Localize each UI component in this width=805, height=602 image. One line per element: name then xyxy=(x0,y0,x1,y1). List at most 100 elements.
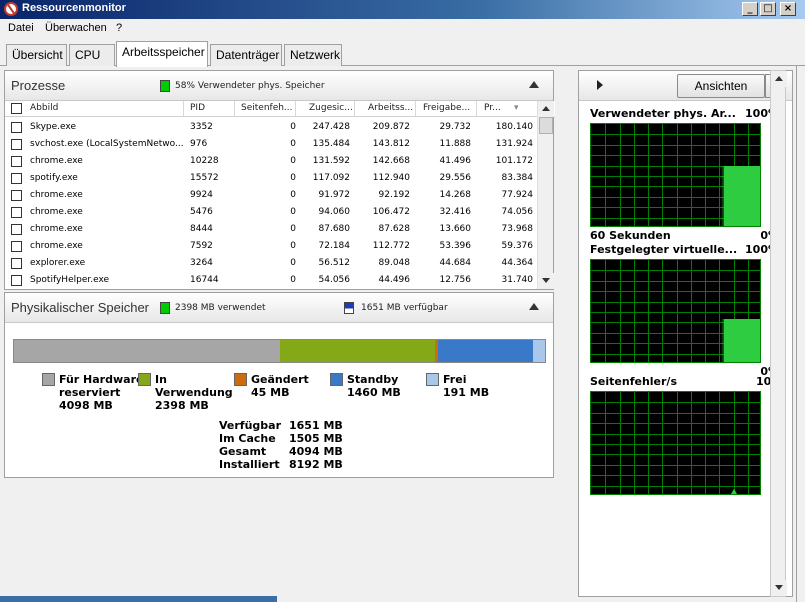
row-checkbox[interactable] xyxy=(11,207,22,218)
bar-segment-standby xyxy=(437,340,533,362)
summary-value: 1651 MB xyxy=(289,419,343,432)
graph-title: Festgelegter virtuelle... xyxy=(590,243,738,256)
table-cell: 44.496 xyxy=(378,275,411,285)
legend-value: 1460 MB xyxy=(347,386,401,399)
menu-help[interactable]: ? xyxy=(116,22,122,34)
graphs-panel: Ansichten Verwendeter phys. Ar...100%0%6… xyxy=(578,70,793,597)
table-cell: 247.428 xyxy=(312,122,350,132)
bar-segment-in-use xyxy=(279,340,436,362)
summary-label: Installiert xyxy=(219,458,280,471)
processes-table-header: Abbild PID Seitenfeh... Zugesic... Arbei… xyxy=(5,101,555,117)
menu-file[interactable]: Datei xyxy=(8,22,34,34)
table-cell: 0 xyxy=(290,156,296,166)
table-cell: 0 xyxy=(290,241,296,251)
tab-cpu[interactable]: CPU xyxy=(69,44,115,66)
table-cell: 29.556 xyxy=(439,173,472,183)
table-cell: chrome.exe xyxy=(30,207,83,217)
table-row[interactable]: svchost.exe (LocalSystemNetwo... 976 0 135.… xyxy=(5,136,538,153)
table-cell: 11.888 xyxy=(439,139,472,149)
legend-label1: Geändert xyxy=(251,373,309,386)
row-checkbox[interactable] xyxy=(11,156,22,167)
table-cell: 59.376 xyxy=(501,241,534,251)
row-checkbox[interactable] xyxy=(11,139,22,150)
graph-title: Seitenfehler/s xyxy=(590,375,678,388)
tab-disk[interactable]: Datenträger xyxy=(210,44,282,66)
collapse-processes-icon[interactable] xyxy=(529,81,539,88)
physical-memory-header[interactable]: Physikalischer Speicher 2398 MB verwende… xyxy=(5,293,553,323)
table-row[interactable]: Skype.exe 3352 0 247.428 209.872 29.732 180.14… xyxy=(5,119,538,136)
col-working-set[interactable]: Arbeitss... xyxy=(356,101,416,117)
select-all-checkbox[interactable] xyxy=(11,103,22,114)
tab-memory[interactable]: Arbeitsspeicher xyxy=(116,41,208,67)
table-cell: 89.048 xyxy=(378,258,411,268)
processes-header[interactable]: Prozesse 58% Verwendeter phys. Speicher xyxy=(5,71,553,101)
legend-value: 45 MB xyxy=(251,386,290,399)
minimize-button[interactable]: _ xyxy=(742,2,758,16)
graph-fill xyxy=(724,166,760,226)
graphs-scroll-up-button[interactable] xyxy=(771,71,787,87)
row-checkbox[interactable] xyxy=(11,224,22,235)
col-commit[interactable]: Zugesic... xyxy=(297,101,355,117)
table-cell: 0 xyxy=(290,122,296,132)
table-cell: 131.592 xyxy=(312,156,350,166)
col-page-faults[interactable]: Seitenfeh... xyxy=(236,101,296,117)
graphs-scroll-down-button[interactable] xyxy=(771,580,787,596)
table-row[interactable]: SpotifyHelper.exe 16744 0 54.056 44.496 12.75… xyxy=(5,272,538,289)
row-checkbox[interactable] xyxy=(11,275,22,286)
table-row[interactable]: chrome.exe 9924 0 91.972 92.192 14.268 77.924 xyxy=(5,187,538,204)
table-row[interactable]: spotify.exe 15572 0 117.092 112.940 29.556 83.… xyxy=(5,170,538,187)
table-cell: 15572 xyxy=(190,173,219,183)
row-checkbox[interactable] xyxy=(11,173,22,184)
collapse-physical-icon[interactable] xyxy=(529,303,539,310)
col-image[interactable]: Abbild xyxy=(5,101,184,117)
used-label: 2398 MB verwendet xyxy=(175,303,266,313)
col-private[interactable]: Pr... ▾ xyxy=(478,101,538,117)
row-checkbox[interactable] xyxy=(11,241,22,252)
row-checkbox[interactable] xyxy=(11,190,22,201)
table-row[interactable]: chrome.exe 7592 0 72.184 112.772 53.396 59.376 xyxy=(5,238,538,255)
row-checkbox[interactable] xyxy=(11,122,22,133)
table-row[interactable]: chrome.exe 5476 0 94.060 106.472 32.416 74.056 xyxy=(5,204,538,221)
table-cell: 13.660 xyxy=(439,224,472,234)
table-cell: svchost.exe (LocalSystemNetwo... xyxy=(30,139,184,149)
summary-label: Gesamt xyxy=(219,445,267,458)
close-button[interactable]: × xyxy=(780,2,796,16)
table-cell: 976 xyxy=(190,139,208,149)
table-cell: 74.056 xyxy=(501,207,534,217)
scroll-thumb[interactable] xyxy=(539,117,553,134)
legend-swatch xyxy=(426,373,439,386)
graph-fill xyxy=(724,319,760,362)
legend-swatch xyxy=(138,373,151,386)
table-cell: chrome.exe xyxy=(30,241,83,251)
table-cell: 10228 xyxy=(190,156,219,166)
row-checkbox[interactable] xyxy=(11,258,22,269)
table-row[interactable]: chrome.exe 8444 0 87.680 87.628 13.660 73.968 xyxy=(5,221,538,238)
menu-monitor[interactable]: Überwachen xyxy=(45,22,107,34)
table-row[interactable]: explorer.exe 3264 0 56.512 89.048 44.684 44.36… xyxy=(5,255,538,272)
table-cell: explorer.exe xyxy=(30,258,86,268)
tab-network[interactable]: Netzwerk xyxy=(284,44,342,66)
table-cell: 72.184 xyxy=(318,241,351,251)
legend-label1: In xyxy=(155,373,167,386)
table-cell: 143.812 xyxy=(372,139,410,149)
table-cell: chrome.exe xyxy=(30,156,83,166)
col-shareable[interactable]: Freigabe... xyxy=(417,101,477,117)
scroll-up-button[interactable] xyxy=(538,101,554,117)
available-swatch xyxy=(344,302,354,314)
table-cell: 3264 xyxy=(190,258,213,268)
legend-swatch xyxy=(42,373,55,386)
views-button[interactable]: Ansichten xyxy=(677,74,765,98)
processes-scrollbar[interactable] xyxy=(537,101,554,289)
table-row[interactable]: chrome.exe 10228 0 131.592 142.668 41.496 101.… xyxy=(5,153,538,170)
graphs-scrollbar[interactable] xyxy=(770,70,787,597)
table-cell: 7592 xyxy=(190,241,213,251)
table-cell: 5476 xyxy=(190,207,213,217)
graph-spike xyxy=(731,489,737,494)
table-cell: 0 xyxy=(290,190,296,200)
maximize-button[interactable]: □ xyxy=(760,2,776,16)
scroll-down-button[interactable] xyxy=(538,273,554,289)
summary-value: 1505 MB xyxy=(289,432,343,445)
col-pid[interactable]: PID xyxy=(185,101,235,117)
tab-overview[interactable]: Übersicht xyxy=(6,44,67,66)
collapse-graphs-icon[interactable] xyxy=(597,80,603,90)
